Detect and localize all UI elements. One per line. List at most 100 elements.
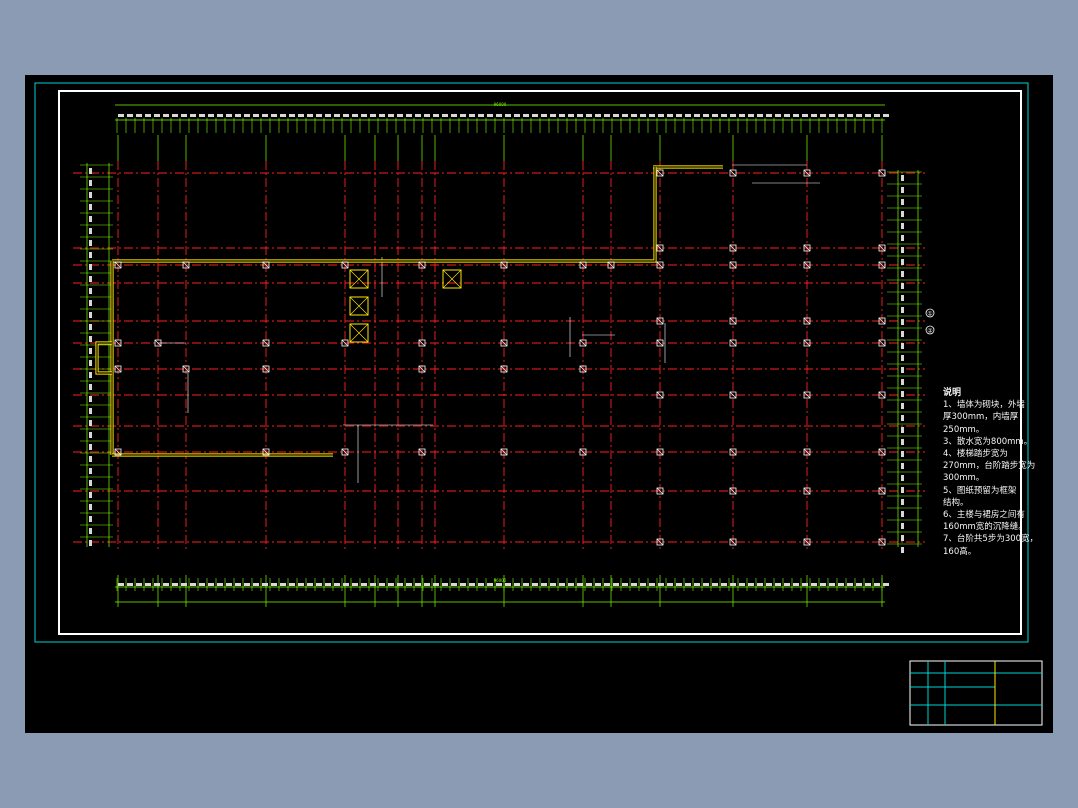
top-dim-label bbox=[757, 114, 763, 117]
column bbox=[729, 391, 737, 399]
bottom-dim-label bbox=[703, 583, 709, 586]
top-dim-label bbox=[577, 114, 583, 117]
top-dim-label bbox=[802, 114, 808, 117]
top-dim-label bbox=[469, 114, 475, 117]
left-dim-label bbox=[89, 432, 92, 438]
wall-upper bbox=[112, 167, 657, 263]
left-dim-label bbox=[89, 240, 92, 246]
bottom-dim-label bbox=[739, 583, 745, 586]
top-dim-label bbox=[316, 114, 322, 117]
bottom-dim-label bbox=[577, 583, 583, 586]
left-dim-label bbox=[89, 276, 92, 282]
bottom-dim-label bbox=[649, 583, 655, 586]
bottom-dim-label bbox=[550, 583, 556, 586]
top-dim-label bbox=[244, 114, 250, 117]
top-dim-label bbox=[667, 114, 673, 117]
bottom-dim-label bbox=[766, 583, 772, 586]
bottom-dim-label bbox=[631, 583, 637, 586]
top-dim-label bbox=[496, 114, 502, 117]
bottom-dim-label bbox=[118, 583, 124, 586]
top-dim-label bbox=[505, 114, 511, 117]
axis-bubble-1-label: ① bbox=[927, 311, 932, 318]
right-dim-label bbox=[901, 427, 904, 433]
bottom-dim-label bbox=[298, 583, 304, 586]
top-dim-label bbox=[217, 114, 223, 117]
top-dim-label bbox=[235, 114, 241, 117]
bottom-dim-label bbox=[181, 583, 187, 586]
top-dim-label bbox=[433, 114, 439, 117]
bottom-dim-label bbox=[820, 583, 826, 586]
top-dim-label bbox=[820, 114, 826, 117]
top-dim-label bbox=[460, 114, 466, 117]
top-dim-label bbox=[640, 114, 646, 117]
top-dim-label bbox=[208, 114, 214, 117]
bottom-dim-label bbox=[595, 583, 601, 586]
top-dim-label bbox=[703, 114, 709, 117]
top-dim-label bbox=[847, 114, 853, 117]
elevator-shaft bbox=[349, 323, 369, 343]
bottom-dim-label bbox=[757, 583, 763, 586]
bottom-dim-label bbox=[289, 583, 295, 586]
top-dim-label bbox=[415, 114, 421, 117]
bottom-dim-label bbox=[406, 583, 412, 586]
top-dim-label bbox=[127, 114, 133, 117]
right-dim-label bbox=[901, 415, 904, 421]
bottom-dim-label bbox=[280, 583, 286, 586]
left-dim-label bbox=[89, 516, 92, 522]
bottom-dim-label bbox=[145, 583, 151, 586]
bottom-dim-label bbox=[478, 583, 484, 586]
bottom-dim-label bbox=[370, 583, 376, 586]
top-dim-label bbox=[145, 114, 151, 117]
right-dim-label bbox=[901, 223, 904, 229]
top-dim-label bbox=[694, 114, 700, 117]
top-dim-label bbox=[118, 114, 124, 117]
top-dim-label bbox=[370, 114, 376, 117]
top-dim-label bbox=[343, 114, 349, 117]
notes-line-8: 5、图纸预留为框架 bbox=[943, 485, 1017, 496]
bottom-dim-label bbox=[775, 583, 781, 586]
elevator-shaft bbox=[349, 296, 369, 316]
bottom-dim-label bbox=[433, 583, 439, 586]
top-dim-label bbox=[361, 114, 367, 117]
top-dim-label bbox=[478, 114, 484, 117]
bottom-dim-label bbox=[487, 583, 493, 586]
left-dim-label bbox=[89, 180, 92, 186]
top-dim-label bbox=[793, 114, 799, 117]
right-dim-label bbox=[901, 379, 904, 385]
bottom-dim-label bbox=[793, 583, 799, 586]
elevator-shaft bbox=[442, 269, 462, 289]
bottom-dim-label bbox=[667, 583, 673, 586]
top-dim-label bbox=[766, 114, 772, 117]
top-dim-label bbox=[613, 114, 619, 117]
left-dim-label bbox=[89, 480, 92, 486]
notes-line-3: 250mm。 bbox=[943, 424, 985, 435]
design-notes: 说明 1、墙体为砌块，外墙 厚300mm，内墙厚 250mm。 3、散水宽为80… bbox=[943, 387, 1048, 558]
top-dim-label bbox=[532, 114, 538, 117]
left-dim-label bbox=[89, 204, 92, 210]
notes-line-12: 7、台阶共5步为300宽， bbox=[943, 534, 1039, 545]
right-dim-label bbox=[901, 283, 904, 289]
right-dim-label bbox=[901, 439, 904, 445]
top-dim-label bbox=[514, 114, 520, 117]
title-block bbox=[909, 660, 1043, 726]
inner-frame bbox=[58, 90, 1022, 635]
left-dim-label bbox=[89, 336, 92, 342]
bottom-dim-label bbox=[568, 583, 574, 586]
right-dim-label bbox=[901, 319, 904, 325]
bottom-dim-label bbox=[334, 583, 340, 586]
left-dim-label bbox=[89, 360, 92, 366]
notes-line-10: 6、主楼与裙房之间有 bbox=[943, 510, 1025, 521]
bottom-dim-label bbox=[469, 583, 475, 586]
top-dim-label bbox=[559, 114, 565, 117]
top-dim-label bbox=[379, 114, 385, 117]
top-dim-label bbox=[631, 114, 637, 117]
bottom-dim-label bbox=[154, 583, 160, 586]
notes-line-5: 4、楼梯踏步宽为 bbox=[943, 449, 1008, 460]
column-hatch bbox=[729, 339, 737, 347]
cad-drawing-viewport[interactable]: ① ② 96000 96000 说明 1、墙体为砌块，外墙 厚300mm，内墙厚… bbox=[25, 75, 1053, 733]
top-dim-label bbox=[487, 114, 493, 117]
top-dim-label bbox=[739, 114, 745, 117]
right-dim-label bbox=[901, 511, 904, 517]
elevator-shaft bbox=[349, 269, 369, 289]
bottom-dim-label bbox=[721, 583, 727, 586]
